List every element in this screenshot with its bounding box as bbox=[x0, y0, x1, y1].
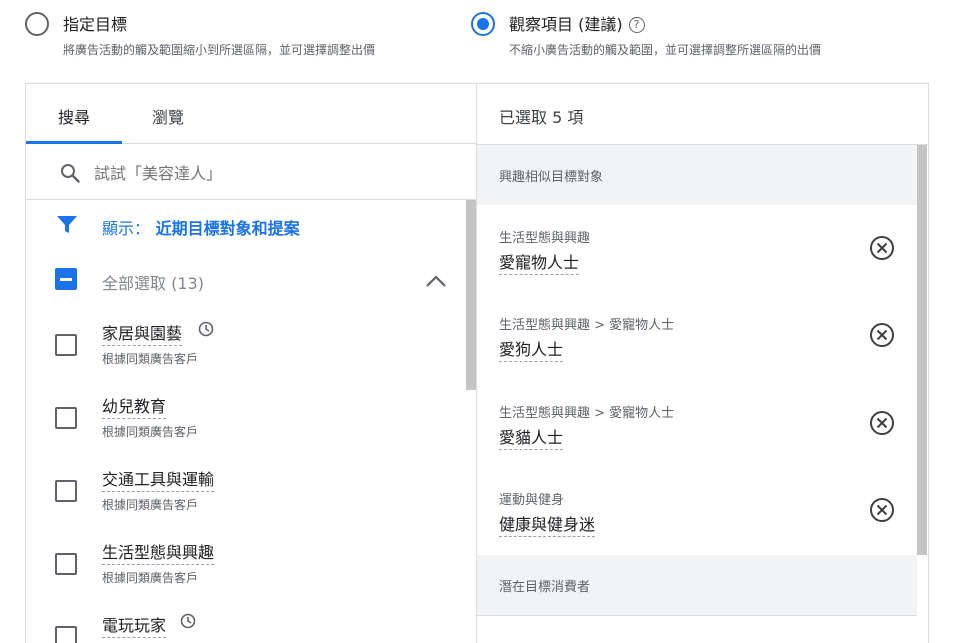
category-name[interactable]: 生活型態與興趣 bbox=[102, 539, 215, 565]
category-checkbox[interactable] bbox=[55, 553, 77, 575]
remove-circle-x-icon[interactable] bbox=[869, 410, 895, 436]
select-all-label: 全部選取 (13) bbox=[102, 274, 204, 293]
filter-value: 近期目標對象和提案 bbox=[155, 219, 300, 238]
item-path: 生活型態與興趣 > 愛寵物人士 bbox=[499, 406, 675, 421]
radio-narrow[interactable] bbox=[25, 12, 49, 36]
remove-circle-x-icon[interactable] bbox=[869, 322, 895, 348]
select-all-checkbox[interactable] bbox=[55, 268, 77, 290]
item-name[interactable]: 愛狗人士 bbox=[499, 336, 564, 362]
clock-icon bbox=[198, 321, 214, 337]
list-item[interactable]: 幼兒教育 根據同類廣告客戶 bbox=[26, 393, 466, 453]
active-tab-indicator bbox=[26, 141, 122, 144]
item-path: 生活型態與興趣 > 愛寵物人士 bbox=[499, 318, 675, 333]
group-title: 潛在目標消費者 bbox=[499, 580, 591, 595]
item-path: 生活型態與興趣 bbox=[499, 231, 591, 246]
option-observe-title: 觀察項目 (建議) bbox=[509, 15, 623, 34]
audience-browse-pane: 搜尋 瀏覽 顯示： 近期目標對象和提案 全部選取 (13) 家居 bbox=[26, 84, 477, 643]
selected-count: 已選取 5 項 bbox=[499, 108, 584, 127]
chevron-up-icon[interactable] bbox=[425, 274, 447, 288]
audience-picker-panel: 搜尋 瀏覽 顯示： 近期目標對象和提案 全部選取 (13) 家居 bbox=[25, 83, 929, 643]
remove-circle-x-icon[interactable] bbox=[869, 497, 895, 523]
list-item[interactable]: 電玩玩家 bbox=[26, 612, 466, 643]
option-observe-title-row: 觀察項目 (建議)? bbox=[509, 11, 645, 35]
selected-item: 生活型態與興趣 > 愛寵物人士 愛貓人士 bbox=[477, 402, 917, 490]
category-name[interactable]: 交通工具與運輸 bbox=[102, 466, 215, 492]
category-checkbox[interactable] bbox=[55, 480, 77, 502]
pane-tabs: 搜尋 瀏覽 bbox=[26, 84, 476, 144]
left-scrollbar-thumb[interactable] bbox=[466, 200, 476, 390]
remove-circle-x-icon[interactable] bbox=[869, 235, 895, 261]
category-source: 根據同類廣告客戶 bbox=[102, 352, 199, 366]
clock-icon bbox=[180, 613, 196, 629]
option-observe-description: 不縮小廣告活動的觸及範圍，並可選擇調整所選區隔的出價 bbox=[509, 43, 822, 57]
category-source: 根據同類廣告客戶 bbox=[102, 425, 199, 439]
filter-text[interactable]: 顯示： 近期目標對象和提案 bbox=[102, 215, 300, 239]
item-name[interactable]: 愛貓人士 bbox=[499, 424, 564, 450]
tab-search[interactable]: 搜尋 bbox=[58, 104, 90, 128]
category-name[interactable]: 電玩玩家 bbox=[102, 612, 167, 638]
category-checkbox[interactable] bbox=[55, 626, 77, 643]
list-item[interactable]: 生活型態與興趣 根據同類廣告客戶 bbox=[26, 539, 466, 599]
category-name[interactable]: 家居與園藝 bbox=[102, 320, 183, 346]
help-circle-icon[interactable]: ? bbox=[628, 17, 645, 33]
radio-observe[interactable] bbox=[471, 12, 495, 36]
search-icon bbox=[61, 164, 80, 183]
selected-item: 生活型態與興趣 > 愛寵物人士 愛狗人士 bbox=[477, 314, 917, 402]
category-checkbox[interactable] bbox=[55, 334, 77, 356]
item-name[interactable]: 健康與健身迷 bbox=[499, 511, 596, 537]
item-name[interactable]: 愛寵物人士 bbox=[499, 249, 580, 275]
right-scrollbar-thumb[interactable] bbox=[917, 145, 927, 555]
filter-funnel-icon bbox=[57, 216, 77, 233]
group-header-in-market: 潛在目標消費者 bbox=[477, 555, 917, 615]
group-header-affinity: 興趣相似目標對象 bbox=[477, 145, 917, 205]
category-source: 根據同類廣告客戶 bbox=[102, 498, 199, 512]
option-narrow-title: 指定目標 bbox=[63, 15, 128, 34]
divider bbox=[477, 615, 917, 616]
item-path: 運動與健身 bbox=[499, 493, 565, 508]
group-title: 興趣相似目標對象 bbox=[499, 170, 604, 185]
category-checkbox[interactable] bbox=[55, 407, 77, 429]
tab-browse[interactable]: 瀏覽 bbox=[152, 104, 184, 128]
category-source: 根據同類廣告客戶 bbox=[102, 571, 199, 585]
option-narrow-description: 將廣告活動的觸及範圍縮小到所選區隔，並可選擇調整出價 bbox=[63, 43, 376, 57]
selected-item: 生活型態與興趣 愛寵物人士 bbox=[477, 227, 917, 315]
list-item[interactable]: 交通工具與運輸 根據同類廣告客戶 bbox=[26, 466, 466, 526]
category-name[interactable]: 幼兒教育 bbox=[102, 393, 167, 419]
selected-audiences-pane: 已選取 5 項 興趣相似目標對象 生活型態與興趣 愛寵物人士 生活型態與興趣 >… bbox=[477, 84, 928, 643]
search-input[interactable] bbox=[94, 161, 454, 185]
list-item[interactable]: 家居與園藝 根據同類廣告客戶 bbox=[26, 320, 466, 380]
filter-prefix: 顯示： bbox=[102, 219, 151, 238]
search-row bbox=[26, 145, 476, 200]
